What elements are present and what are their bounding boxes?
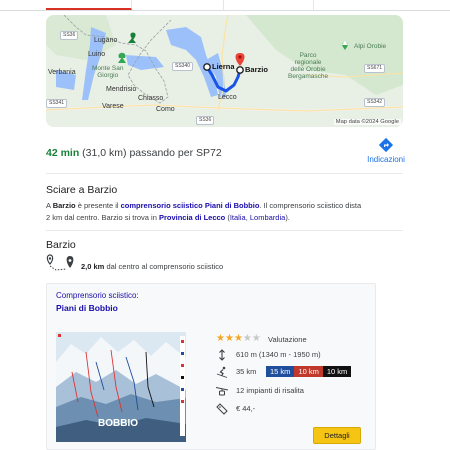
- directions-label: Indicazioni: [367, 155, 405, 164]
- province-link[interactable]: Provincia di Lecco: [159, 213, 225, 222]
- route-map[interactable]: Lugano Luino Monte San Giorgio Verbania …: [46, 15, 403, 127]
- map-label-mendrisio: Mendrisio: [106, 86, 137, 93]
- road-shield-ss36: SS36: [60, 31, 79, 40]
- map-label-barzio: Barzio: [245, 65, 268, 74]
- road-shield-ss36-south: SS36: [196, 116, 215, 125]
- altitude-value: 610 m (1340 m - 1950 m): [236, 350, 321, 359]
- star-icon: ★: [216, 333, 225, 344]
- map-label-luino: Luino: [88, 51, 106, 58]
- trail-map-title: BOBBIO: [98, 418, 138, 429]
- star-icon: ★: [233, 333, 243, 344]
- desc-text-1: A: [46, 201, 53, 210]
- trail-map-drawing: BOBBIO: [56, 332, 186, 442]
- region-link[interactable]: Lombardia: [250, 213, 285, 222]
- star-empty-icon: ★: [242, 333, 252, 344]
- country-link[interactable]: Italia: [230, 213, 246, 222]
- divider-1: [46, 173, 403, 174]
- rating-row: ★★★★★ Valutazione: [216, 334, 376, 346]
- details-button[interactable]: Dettagli: [313, 427, 361, 444]
- trail-map-image[interactable]: BOBBIO: [56, 332, 186, 442]
- altitude-row: 610 m (1340 m - 1950 m): [216, 349, 376, 361]
- map-label-parco-orobie: Parco regionale delle Orobie Bergamasche: [288, 52, 329, 81]
- ski-area-name[interactable]: Piani di Bobbio: [56, 303, 118, 313]
- map-label-verbania: Verbania: [48, 69, 76, 76]
- distance-label: dal centro al comprensorio sciistico: [104, 262, 224, 271]
- tab-4[interactable]: [314, 0, 403, 10]
- ticket-icon: [216, 403, 228, 415]
- slope-red: 10 km: [294, 366, 323, 377]
- map-label-lierna: Lierna: [212, 62, 235, 71]
- lifts-value: 12 impianti di risalita: [236, 386, 304, 395]
- map-label-chiasso: Chiasso: [138, 95, 164, 102]
- map-label-monte-san-giorgio: Monte San Giorgio: [92, 65, 124, 80]
- top-tab-strip: [0, 0, 450, 11]
- distance-value: 2,0 km: [81, 262, 105, 271]
- directions-button[interactable]: Indicazioni: [366, 137, 406, 164]
- price-row: € 44,-: [216, 403, 376, 415]
- directions-icon: [378, 137, 394, 153]
- star-empty-icon: ★: [251, 333, 261, 344]
- map-label-alpi-orobie: Alpi Orobie: [354, 43, 387, 50]
- ski-section-title: Sciare a Barzio: [46, 184, 118, 196]
- tab-2[interactable]: [132, 0, 224, 10]
- road-shield-ss340: SS340: [172, 62, 194, 71]
- distance-row: 2,0 km dal centro al comprensorio sciist…: [46, 254, 346, 274]
- route-summary: 42 min (31,0 km) passando per SP72: [46, 147, 222, 159]
- rating-stars: ★★★★★: [216, 334, 261, 344]
- skier-icon: [216, 366, 228, 378]
- price-value: € 44,-: [236, 404, 256, 413]
- tab-active[interactable]: [46, 0, 132, 10]
- slope-black: 10 km: [322, 366, 352, 377]
- altitude-icon: [219, 349, 225, 361]
- road-shield-ss342: SS342: [364, 98, 386, 107]
- ski-area-link[interactable]: comprensorio sciistico Piani di Bobbio: [121, 201, 260, 210]
- road-shield-ss341: SS341: [46, 99, 68, 108]
- desc-text-6: ).: [285, 212, 290, 222]
- ski-section-description: A Barzio è presente il comprensorio scii…: [46, 200, 366, 223]
- route-distance-icon: [46, 254, 74, 271]
- map-label-lugano-lake: Lugano: [94, 37, 118, 44]
- road-shield-ss671: SS671: [364, 64, 386, 73]
- slopes-row: 35 km 15 km 10 km 10 km: [216, 366, 376, 378]
- map-label-como: Como: [156, 106, 175, 113]
- ski-area-card: Comprensorio sciistico: Piani di Bobbio …: [46, 283, 376, 450]
- map-label-lecco: Lecco: [218, 94, 237, 101]
- slope-breakdown: 15 km 10 km 10 km: [266, 366, 352, 377]
- barzio-title: Barzio: [46, 239, 76, 251]
- map-label-varese: Varese: [102, 103, 124, 110]
- divider-2: [46, 230, 403, 231]
- star-icon: ★: [224, 333, 234, 344]
- distance-text: 2,0 km dal centro al comprensorio sciist…: [81, 262, 223, 271]
- rating-label: Valutazione: [268, 335, 307, 344]
- map-attribution: Map data ©2024 Google: [333, 119, 401, 125]
- ski-lift-icon: [216, 387, 228, 396]
- route-duration: 42 min: [46, 147, 80, 159]
- desc-town: Barzio: [52, 201, 76, 210]
- lifts-row: 12 impianti di risalita: [216, 385, 376, 397]
- desc-text-2: è presente il: [75, 201, 121, 210]
- slope-blue: 15 km: [266, 366, 295, 377]
- slopes-total: 35 km: [236, 367, 257, 376]
- card-type-label: Comprensorio sciistico:: [56, 291, 139, 300]
- route-details: (31,0 km) passando per SP72: [79, 147, 222, 159]
- tab-3[interactable]: [224, 0, 314, 10]
